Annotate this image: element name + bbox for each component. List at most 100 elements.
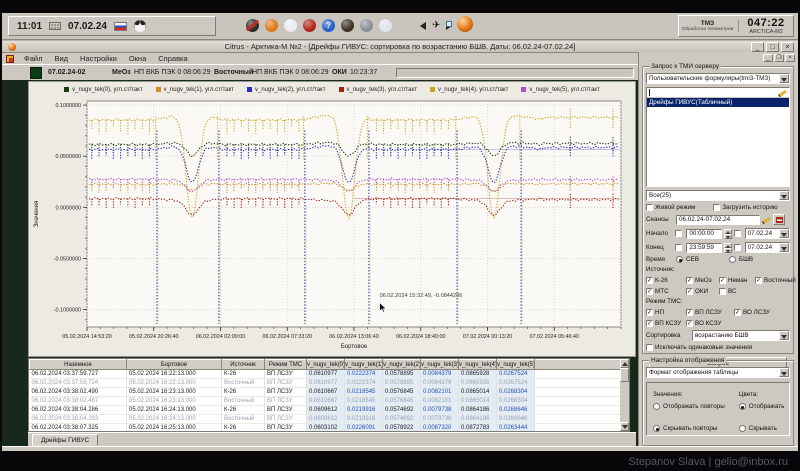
source-checkbox[interactable]: ВС (719, 288, 755, 295)
exclude-duplicates-checkbox[interactable]: Исключать одинаковые значения (646, 344, 752, 351)
table-row[interactable]: 06.02.2024 03:38:04.28305.02.2024 16:24:… (30, 415, 621, 424)
tms-checkbox[interactable]: ✓ВО ЛСЗУ (734, 309, 790, 316)
values-radio[interactable]: Отображать повторы (653, 403, 725, 410)
table-header[interactable]: Режим ТМС (265, 360, 307, 370)
end-date-combo[interactable]: 07.02.24 (745, 242, 790, 253)
table-scrollbar[interactable] (620, 359, 629, 431)
formulary-combo[interactable]: Пользовательские формуляры(tmi3-ТМЗ) (646, 73, 790, 84)
menu-item[interactable]: Вид (48, 54, 74, 63)
table-row[interactable]: 06.02.2024 03:38:02.48705.02.2024 16:23:… (30, 397, 621, 406)
menu-item[interactable]: Настройки (74, 54, 123, 63)
source-checkbox[interactable]: ✓К-26 (646, 277, 686, 284)
menu-item[interactable]: Окна (123, 54, 152, 63)
minimize-button[interactable]: _ (751, 42, 764, 52)
panel-close-button[interactable]: × (785, 54, 795, 62)
cell-value: 0.0218545 (345, 388, 383, 397)
time-radio-БШВ[interactable]: БШВ (729, 256, 753, 263)
table-header[interactable]: Наземное (30, 360, 127, 370)
source-checkbox[interactable]: ✓МТС (646, 288, 686, 295)
scroll-up-icon[interactable] (620, 359, 629, 368)
formulary-listbox[interactable]: Дрейфы ГИВУС(Табличный) (646, 87, 790, 187)
time-spinner[interactable] (724, 229, 732, 239)
start-date-checkbox[interactable] (734, 230, 743, 237)
chevron-down-icon[interactable] (779, 229, 789, 238)
notes-icon[interactable] (379, 19, 392, 32)
table-header[interactable]: Источник (222, 360, 265, 370)
table-header[interactable]: v_nugv_tek(1) (345, 360, 383, 370)
pencil-icon[interactable] (778, 89, 787, 97)
sessions-field[interactable]: 06.02.24-07.02.24 (676, 215, 760, 225)
count-combo[interactable]: Все(25) (646, 190, 790, 201)
sort-combo[interactable]: возрастанию БШВ (692, 330, 790, 341)
russia-flag-icon[interactable] (114, 22, 127, 31)
table-row[interactable]: 06.02.2024 03:37:59.72405.02.2024 16:22:… (30, 379, 621, 388)
eagle-icon[interactable] (341, 19, 354, 32)
table-row[interactable]: 06.02.2024 03:37:59.72705.02.2024 16:22:… (30, 370, 621, 379)
source-checkbox[interactable]: ✓Неман (719, 277, 755, 284)
table-header[interactable]: Бортовое (127, 360, 222, 370)
start-time-field[interactable]: 00:00:00 (686, 229, 721, 239)
scroll-left-icon[interactable] (420, 22, 426, 30)
table-header[interactable]: v_nugv_tek(3) (421, 360, 459, 370)
telemetry-table[interactable]: НаземноеБортовоеИсточникРежим ТМСv_nugv_… (29, 359, 621, 432)
colors-radio[interactable]: Скрывать (739, 425, 785, 432)
chevron-down-icon[interactable] (779, 243, 789, 252)
chevron-down-icon[interactable] (779, 191, 789, 200)
formulary-selected-item[interactable]: Дрейфы ГИВУС(Табличный) (647, 98, 789, 107)
load-history-checkbox[interactable]: Загрузить историю (713, 204, 777, 211)
calendar-icon[interactable] (773, 214, 785, 225)
plane-icon[interactable]: ✈ (432, 19, 440, 32)
end-time-field[interactable]: 23:59:59 (686, 243, 721, 253)
filter-input[interactable] (647, 88, 789, 98)
chevron-down-icon[interactable] (779, 331, 789, 340)
table-row[interactable]: 06.02.2024 03:38:04.28605.02.2024 16:24:… (30, 406, 621, 415)
tms-checkbox[interactable]: ✓НП (646, 309, 686, 316)
app-ball-active-icon[interactable] (446, 21, 452, 27)
source-checkbox[interactable]: ✓ОКИ (686, 288, 719, 295)
format-combo[interactable]: Формат отображения таблицы (646, 367, 790, 378)
scroll-down-icon[interactable] (620, 422, 629, 431)
source-checkbox[interactable]: ✓МеОз (686, 277, 719, 284)
colors-radio[interactable]: Отображать (739, 403, 785, 410)
start-date-combo[interactable]: 07.02.24 (745, 228, 790, 239)
help-icon[interactable]: ? (322, 19, 335, 32)
end-time-checkbox[interactable] (675, 244, 684, 251)
chart-plot[interactable]: 05.02.2024 14:53:2005.02.2024 20:26:4006… (29, 95, 634, 358)
chevron-down-icon[interactable] (779, 74, 789, 83)
end-date-checkbox[interactable] (734, 244, 743, 251)
source-checkbox[interactable]: ✓Восточный (755, 277, 796, 284)
chevron-down-icon[interactable] (779, 368, 789, 377)
tms-checkbox[interactable]: ✓ВП ЛСЗУ (686, 309, 734, 316)
table-header[interactable]: v_nugv_tek(5) (497, 360, 535, 370)
scrollbar-thumb[interactable] (620, 368, 629, 382)
time-radio-СЕВ[interactable]: СЕВ (676, 256, 699, 263)
tools-icon[interactable] (360, 19, 373, 32)
blocked-icon[interactable] (246, 19, 259, 32)
menu-item[interactable]: Файл (18, 54, 48, 63)
orange-ball-icon[interactable] (265, 19, 278, 32)
table-row[interactable]: 06.02.2024 03:38:02.49005.02.2024 16:23:… (30, 388, 621, 397)
menu-item[interactable]: Справка (152, 54, 193, 63)
orange-app-icon[interactable] (457, 16, 473, 32)
values-radio[interactable]: Скрывать повторы (653, 425, 725, 432)
documents-icon[interactable] (284, 19, 297, 32)
tms-checkbox[interactable]: ✓ВП КСЗУ (646, 320, 686, 327)
tms-checkbox[interactable]: ✓ВО КСЗУ (686, 320, 734, 327)
red-badge-icon[interactable] (303, 19, 316, 32)
close-button[interactable]: × (781, 42, 794, 52)
panel-minimize-button[interactable]: _ (763, 54, 773, 62)
checkbox-icon (719, 288, 726, 295)
pencil-icon[interactable] (762, 216, 771, 224)
panel-restore-button[interactable]: ❐ (774, 54, 784, 62)
table-header[interactable]: v_nugv_tek(2) (383, 360, 421, 370)
tab-drifts-givus[interactable]: Дрейфы ГИВУС (32, 434, 98, 446)
table-header[interactable]: v_nugv_tek(4) (459, 360, 497, 370)
table-row[interactable]: 06.02.2024 03:38:07.32505.02.2024 16:25:… (30, 424, 621, 433)
start-label: Начало (646, 230, 673, 237)
table-header[interactable]: v_nugv_tek(0) (307, 360, 345, 370)
live-mode-checkbox[interactable]: Живой режим (646, 204, 695, 211)
time-spinner[interactable] (724, 243, 732, 253)
maximize-button[interactable]: □ (766, 42, 779, 52)
start-time-checkbox[interactable] (675, 230, 684, 237)
panda-icon[interactable] (134, 20, 146, 32)
